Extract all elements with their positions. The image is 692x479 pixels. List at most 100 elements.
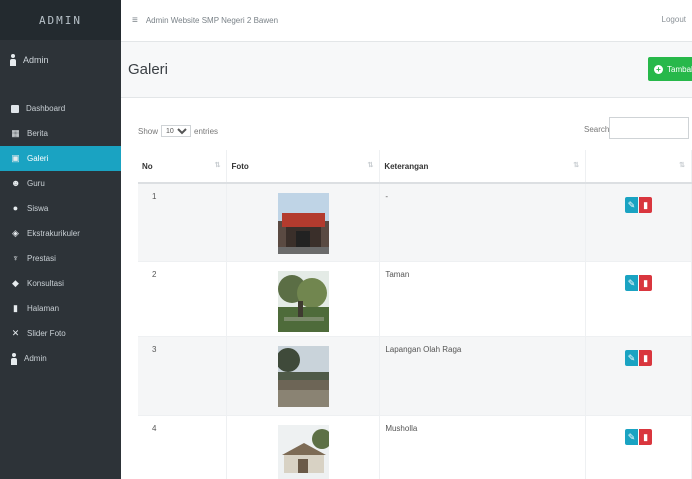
header-label: No [142,161,153,171]
row-number: 4 [138,415,228,479]
delete-button[interactable]: ▮ [639,274,653,291]
sidebar-item-label: Slider Foto [27,329,66,338]
image-icon: ▣ [11,153,20,163]
sidebar-item-label: Ekstrakurikuler [27,229,80,238]
row-number: 2 [138,261,228,337]
photo-cell [226,261,381,337]
shield-icon: ◈ [12,228,19,238]
sidebar-item-berita[interactable]: ▦ Berita [0,121,121,146]
users-icon: ● [12,203,19,213]
row-number: 1 [138,183,228,262]
photo-cell [226,415,381,479]
photo-cell [226,336,381,416]
edit-button[interactable]: ✎ [625,274,639,291]
sort-icon: ⇅ [214,162,221,169]
sidebar-item-label: Guru [27,179,45,188]
column-header-foto[interactable]: Foto ⇅ [226,150,381,184]
action-cell: ✎ ▮ [585,261,692,337]
user-circle-icon: ☻ [11,178,21,188]
edit-button[interactable]: ✎ [625,428,639,445]
brand-logo: ADMIN [0,0,121,40]
edit-button[interactable]: ✎ [625,197,639,213]
sort-icon: ⇅ [679,162,685,169]
trash-icon: ▮ [643,200,649,210]
user-name: Admin [23,55,49,65]
search-input[interactable] [609,117,689,139]
trash-icon: ▮ [643,352,649,363]
column-header-action[interactable]: ⇅ [585,150,692,184]
page-title: Galeri [128,61,169,78]
breadcrumb: Admin Website SMP Negeri 2 Bawen [145,16,279,25]
sidebar-item-label: Admin [24,354,47,363]
sidebar-item-guru[interactable]: ☻ Guru [0,171,121,196]
search-label: Search: [584,125,612,134]
sidebar-menu: Dashboard ▦ Berita ▣ Galeri ☻ Guru ● Sis… [0,96,121,371]
plus-icon: + [654,64,663,74]
sidebar-item-halaman[interactable]: ▮ Halaman [0,296,121,321]
action-cell: ✎ ▮ [585,183,692,262]
entries-select[interactable]: 10 [161,125,192,137]
table-row: 2 Taman ✎ ▮ [138,261,692,337]
sidebar-item-dashboard[interactable]: Dashboard [0,96,121,121]
gallery-photo [277,345,329,407]
sidebar-item-label: Prestasi [27,254,56,263]
gallery-table-card: Show 10 entries Search: No ⇅ Foto ⇅ Kete… [121,98,692,479]
trash-icon: ▮ [643,431,649,442]
dashboard-icon [11,104,19,113]
description-cell: - [379,183,587,262]
user-icon [11,352,17,365]
gallery-photo [277,193,329,254]
user-icon [10,54,16,66]
sidebar-item-ekstrakurikuler[interactable]: ◈ Ekstrakurikuler [0,221,121,246]
table-row: 4 Musholla ✎ ▮ [138,415,692,479]
column-header-no[interactable]: No ⇅ [138,150,228,184]
grid-icon: ▦ [11,128,20,138]
header-label: Foto [231,161,249,171]
add-button-label: Tambah [667,64,692,74]
user-panel[interactable]: Admin [0,40,121,80]
column-header-keterangan[interactable]: Keterangan ⇅ [379,150,587,184]
pencil-icon: ✎ [627,431,636,442]
pencil-icon: ✎ [627,277,636,288]
show-label: Show [138,126,159,136]
sidebar-item-slider-foto[interactable]: ✕ Slider Foto [0,321,121,346]
sort-icon: ⇅ [573,162,580,169]
gallery-photo [277,424,329,479]
table-row: 1 - ✎ ▮ [138,183,692,262]
action-cell: ✎ ▮ [585,336,692,416]
table-header-row: No ⇅ Foto ⇅ Keterangan ⇅ ⇅ [138,150,692,184]
sort-icon: ⇅ [367,162,374,169]
description-cell: Lapangan Olah Raga [379,336,587,416]
sidebar-item-label: Galeri [27,154,49,163]
photo-cell [226,183,381,262]
menu-toggle-icon[interactable]: ≡ [132,15,138,26]
delete-button[interactable]: ▮ [639,428,653,445]
sidebar-item-prestasi[interactable]: ♆ Prestasi [0,246,121,271]
pencil-icon: ✎ [627,200,636,210]
action-cell: ✎ ▮ [585,415,692,479]
row-number: 3 [138,336,228,416]
description-cell: Musholla [379,415,587,479]
entries-length-control: Show 10 entries [138,125,218,137]
trash-icon: ▮ [643,277,649,288]
sidebar: ADMIN Admin Dashboard ▦ Berita ▣ Galeri … [0,0,121,479]
sidebar-item-admin[interactable]: Admin [0,346,121,371]
sidebar-item-konsultasi[interactable]: ◆ Konsultasi [0,271,121,296]
description-cell: Taman [379,261,587,337]
pencil-icon: ✎ [627,352,636,363]
delete-button[interactable]: ▮ [639,349,653,366]
logout-link[interactable]: Logout [662,15,686,24]
file-icon: ▮ [13,303,18,313]
sidebar-item-galeri[interactable]: ▣ Galeri [0,146,121,171]
top-navbar: ≡ Admin Website SMP Negeri 2 Bawen Logou… [121,0,692,42]
page-header: Galeri + Tambah [121,42,692,98]
sliders-icon: ✕ [11,328,20,338]
gallery-table: No ⇅ Foto ⇅ Keterangan ⇅ ⇅ 1 - ✎ ▮ 2 Tam… [138,150,692,479]
sidebar-item-label: Dashboard [26,104,66,113]
gallery-photo [277,270,329,332]
delete-button[interactable]: ▮ [639,197,653,213]
trophy-icon: ♆ [12,253,19,263]
sidebar-item-siswa[interactable]: ● Siswa [0,196,121,221]
add-gallery-button[interactable]: + Tambah [648,57,692,81]
edit-button[interactable]: ✎ [625,349,639,366]
